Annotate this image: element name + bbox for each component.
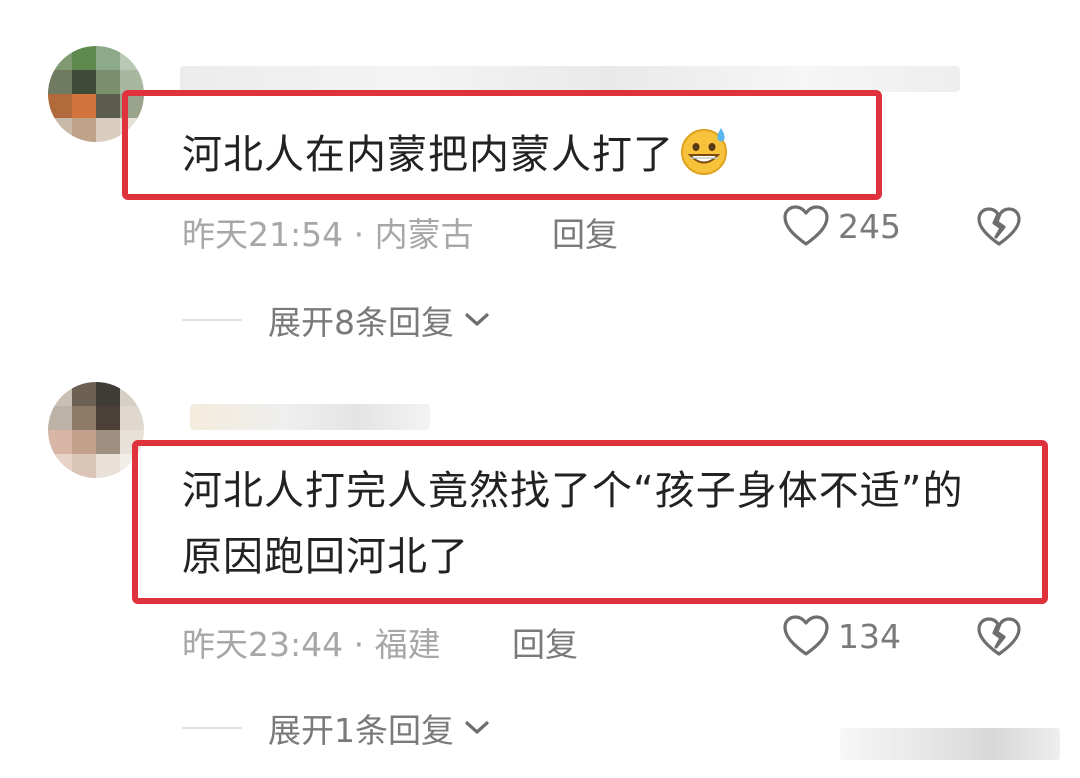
avatar[interactable] [48, 382, 144, 478]
like-count: 134 [838, 616, 901, 656]
comment-2: 河北人打完人竟然找了个“孩子身体不适”的 原因跑回河北了 昨天23:44 · 福… [0, 0, 1080, 778]
like-button[interactable]: 134 [782, 614, 901, 658]
time-location: 昨天23:44 · 福建 [182, 625, 441, 664]
expand-divider [182, 727, 242, 729]
expand-replies[interactable]: 展开1条回复 [182, 704, 490, 752]
dislike-button[interactable] [976, 616, 1022, 662]
heart-outline-icon [783, 615, 829, 656]
expand-label: 展开1条回复 [268, 711, 454, 750]
broken-heart-icon [977, 617, 1021, 656]
comment-text: 河北人打完人竟然找了个“孩子身体不适”的 原因跑回河北了 [182, 458, 963, 590]
comment-text-line-1: 河北人打完人竟然找了个“孩子身体不适”的 [182, 468, 964, 514]
comment-meta: 昨天23:44 · 福建 [182, 618, 441, 666]
reply-button[interactable]: 回复 [512, 618, 578, 666]
comment-text-line-2: 原因跑回河北了 [182, 534, 469, 580]
username-blurred[interactable] [190, 404, 430, 430]
chevron-down-icon [465, 721, 489, 734]
watermark-blurred [840, 728, 1060, 760]
